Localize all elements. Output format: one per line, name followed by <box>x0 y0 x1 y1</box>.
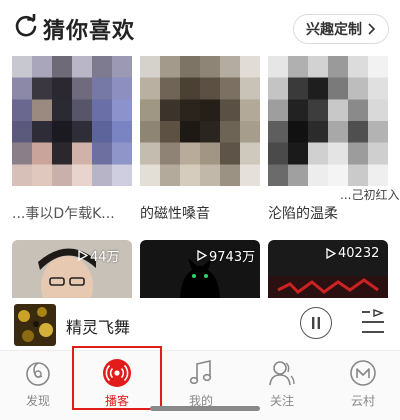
interest-customize-label: 兴趣定制 <box>306 22 362 38</box>
interest-customize-button[interactable]: 兴趣定制 <box>293 14 389 44</box>
tab-cloud-village[interactable]: 云村 <box>333 354 393 410</box>
tab-follow[interactable]: 关注 <box>252 354 312 410</box>
tab-follow-label: 关注 <box>269 394 294 408</box>
recommendation-thumbnail-3 <box>268 56 388 186</box>
music-note-icon <box>189 359 212 385</box>
tab-mine[interactable]: 我的 <box>171 354 231 410</box>
recommendation-thumbnail-1 <box>12 56 132 186</box>
play-count-3: 40232 <box>326 246 379 261</box>
section-header: 猜你喜欢 兴趣定制 <box>0 0 400 58</box>
play-count-value-1: 44万 <box>90 250 120 265</box>
recommendation-title-3[interactable]: 沦陷的温柔 <box>268 203 388 223</box>
mini-player-title[interactable]: 精灵飞舞 <box>66 314 130 338</box>
discover-icon <box>26 362 50 386</box>
follow-icon <box>269 361 295 386</box>
recommendation-card-3[interactable] <box>268 56 388 186</box>
play-icon <box>197 250 207 261</box>
play-count-value-3: 40232 <box>338 246 380 261</box>
home-indicator <box>150 406 260 411</box>
recommendation-card-1[interactable] <box>12 56 132 186</box>
recommendation-title-2[interactable]: 的磁性嗓音 <box>140 203 260 223</box>
chevron-right-icon <box>368 23 376 35</box>
tab-discover[interactable]: 发现 <box>8 354 68 410</box>
play-count-value-2: 9743万 <box>209 250 256 265</box>
playlist-icon[interactable] <box>360 308 386 336</box>
tab-discover-label: 发现 <box>25 394 50 408</box>
play-count-2: 9743万 <box>197 246 255 265</box>
play-icon <box>78 250 88 261</box>
play-icon <box>326 248 336 259</box>
recommendation-subtitle-3: ...己初红入 <box>340 188 400 202</box>
mini-player-cover[interactable] <box>14 304 56 346</box>
podcast-tab-highlight <box>72 346 162 410</box>
cloud-village-icon <box>350 360 376 386</box>
mini-player-cover-art <box>14 304 56 346</box>
play-count-1: 44万 <box>78 246 120 265</box>
pause-icon <box>312 317 320 329</box>
refresh-icon[interactable] <box>14 14 38 38</box>
recommendation-thumbnail-2 <box>140 56 260 186</box>
recommendation-card-2[interactable] <box>140 56 260 186</box>
mini-player[interactable] <box>0 298 400 350</box>
pause-button[interactable] <box>300 307 332 339</box>
recommendation-title-1[interactable]: ...事以D乍载K... <box>12 203 132 223</box>
section-title: 猜你喜欢 <box>43 19 136 44</box>
tab-cloud-village-label: 云村 <box>350 394 375 408</box>
